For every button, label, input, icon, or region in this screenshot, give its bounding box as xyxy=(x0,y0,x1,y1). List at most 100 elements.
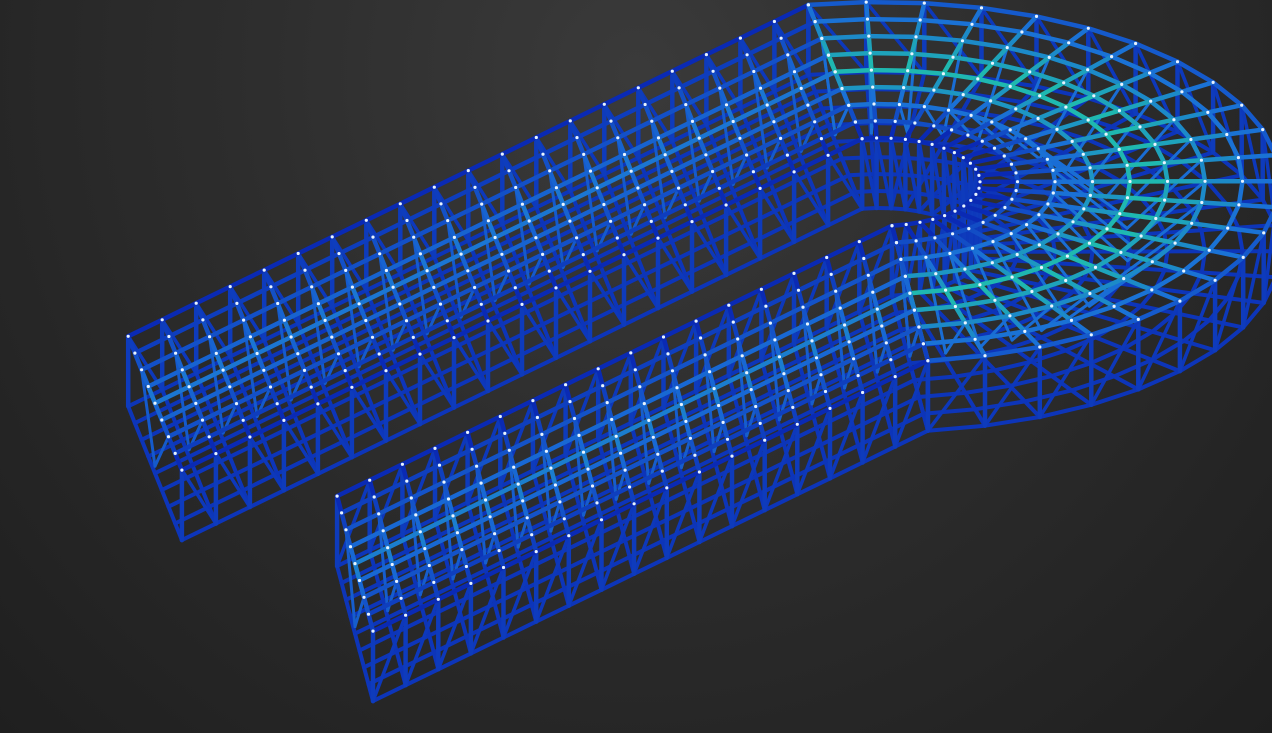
lattice-node xyxy=(357,302,361,306)
lattice-node xyxy=(521,499,525,503)
bottom-strut xyxy=(983,415,1042,428)
top-strut xyxy=(329,218,369,240)
lattice-node xyxy=(730,454,734,458)
lattice-node xyxy=(922,105,927,109)
bottom-strut xyxy=(499,322,511,343)
top-strut xyxy=(832,67,874,75)
top-strut xyxy=(1019,29,1071,46)
lattice-node xyxy=(1014,171,1018,175)
lattice-node xyxy=(1024,137,1028,141)
lattice-node xyxy=(235,301,239,305)
lattice-node xyxy=(703,353,707,357)
lattice-node xyxy=(480,202,484,206)
lattice-node xyxy=(697,470,702,474)
bottom-strut xyxy=(533,305,545,327)
bottom-strut xyxy=(329,405,341,426)
3d-viewport[interactable] xyxy=(0,0,1272,733)
lattice-node xyxy=(933,236,937,240)
lattice-node xyxy=(853,120,858,124)
lattice-node xyxy=(554,286,558,290)
lattice-node xyxy=(577,433,581,437)
lattice-node xyxy=(847,340,851,344)
lattice-node xyxy=(873,119,877,123)
bottom-strut xyxy=(721,490,730,512)
top-strut xyxy=(861,256,871,278)
lattice-node xyxy=(944,288,948,292)
lattice-node xyxy=(599,518,604,522)
bottom-strut xyxy=(840,156,851,178)
lattice-node xyxy=(194,301,198,305)
lattice-node xyxy=(1213,278,1217,282)
lattice-node xyxy=(782,372,786,376)
lattice-node xyxy=(745,153,749,157)
diagonal-strut xyxy=(926,353,987,433)
top-strut xyxy=(608,219,620,241)
top-strut xyxy=(214,351,226,373)
lattice-node xyxy=(194,401,198,405)
lattice-node xyxy=(914,35,918,39)
lattice-node xyxy=(656,136,661,140)
lattice-node xyxy=(930,142,934,146)
bottom-strut xyxy=(737,206,749,227)
top-strut xyxy=(581,252,593,274)
top-strut xyxy=(717,186,729,208)
bottom-strut xyxy=(394,649,404,671)
lattice-node xyxy=(872,102,876,106)
top-strut xyxy=(796,288,806,310)
lattice-node xyxy=(572,416,577,421)
top-strut xyxy=(302,368,314,390)
top-strut xyxy=(370,335,382,357)
lattice-node xyxy=(1262,231,1266,235)
lattice-node xyxy=(500,252,504,256)
lattice-node xyxy=(636,186,640,190)
top-strut xyxy=(125,317,165,339)
top-strut xyxy=(474,448,512,469)
top-strut xyxy=(452,235,464,257)
lattice-node xyxy=(1237,203,1241,207)
lattice-node xyxy=(364,218,368,222)
lattice-node xyxy=(475,464,479,468)
lattice-node xyxy=(974,167,978,171)
lattice-node xyxy=(516,482,520,486)
lattice-node xyxy=(677,86,681,90)
bottom-strut xyxy=(427,633,436,655)
top-strut xyxy=(322,318,335,340)
bottom-strut xyxy=(690,273,729,294)
lattice-node xyxy=(801,305,805,309)
bottom-strut xyxy=(590,554,599,575)
lattice-node xyxy=(133,351,137,355)
lattice-node xyxy=(684,419,688,423)
lattice-node xyxy=(581,450,586,454)
lattice-node xyxy=(418,252,422,256)
top-strut xyxy=(941,71,981,82)
top-strut xyxy=(445,318,457,340)
top-strut xyxy=(159,300,199,323)
top-strut xyxy=(866,33,919,40)
lattice-node xyxy=(1225,132,1229,137)
lattice-node xyxy=(514,185,518,190)
bottom-strut xyxy=(916,395,926,416)
top-strut xyxy=(1224,132,1241,160)
lattice-node xyxy=(704,53,709,57)
lattice-node xyxy=(473,185,477,189)
lattice-node xyxy=(823,389,828,394)
lattice-node xyxy=(412,235,416,239)
top-strut xyxy=(819,33,872,41)
top-strut xyxy=(547,268,559,291)
top-strut xyxy=(424,268,437,290)
top-strut xyxy=(1109,41,1138,59)
top-strut xyxy=(535,415,545,437)
top-strut xyxy=(892,119,918,126)
lattice-node xyxy=(364,318,368,323)
lattice-node xyxy=(917,325,921,329)
lattice-node xyxy=(622,152,627,157)
top-strut xyxy=(479,302,491,324)
top-strut xyxy=(839,84,875,91)
bottom-strut xyxy=(724,256,763,277)
top-strut xyxy=(960,38,1010,50)
lattice-node xyxy=(378,252,382,256)
top-strut xyxy=(1054,117,1091,132)
top-strut xyxy=(520,201,532,224)
top-strut xyxy=(466,151,505,173)
lattice-node xyxy=(966,133,970,137)
